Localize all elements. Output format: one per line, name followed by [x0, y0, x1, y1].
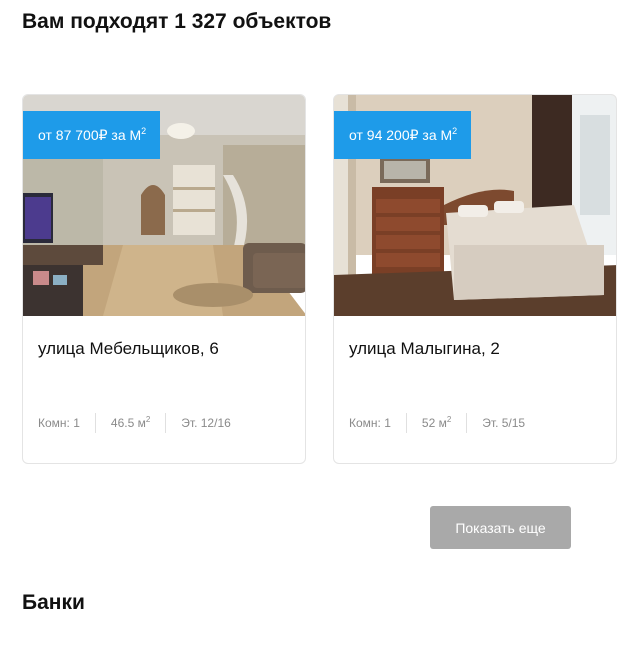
floor-value: Эт. 12/16: [165, 413, 246, 433]
floor-value: Эт. 5/15: [466, 413, 540, 433]
area-text: 46.5 м: [110, 416, 146, 430]
listing-specs: Комн: 1 52 м2 Эт. 5/15: [349, 413, 540, 433]
listing-card[interactable]: от 94 200₽ за М2 улица Малыгина, 2 Комн:…: [333, 94, 617, 464]
rooms-count: Комн: 1: [38, 416, 80, 430]
price-per-sqm-badge: от 87 700₽ за М2: [23, 111, 161, 159]
listing-address: улица Малыгина, 2: [349, 339, 500, 358]
listing-address: улица Мебельщиков, 6: [38, 339, 219, 358]
listing-card[interactable]: от 87 700₽ за М2 улица Мебельщиков, 6 Ко…: [22, 94, 306, 464]
listing-photo[interactable]: от 87 700₽ за М2: [23, 95, 305, 316]
listing-photo[interactable]: от 94 200₽ за М2: [334, 95, 616, 316]
listing-specs: Комн: 1 46.5 м2 Эт. 12/16: [38, 413, 246, 433]
price-unit-superscript: 2: [452, 126, 458, 136]
area-value: 52 м2: [405, 413, 466, 433]
price-unit-superscript: 2: [141, 126, 147, 136]
area-value: 46.5 м2: [94, 413, 165, 433]
page: Вам подходят 1 327 объектов от 87 700₽ з…: [0, 0, 637, 672]
show-more-button[interactable]: Показать еще: [430, 506, 571, 549]
price-text: от 94 200₽ за М: [349, 127, 453, 143]
area-superscript: 2: [145, 415, 151, 424]
area-superscript: 2: [446, 415, 452, 424]
banks-section-heading: Банки: [22, 591, 85, 614]
price-text: от 87 700₽ за М: [38, 127, 142, 143]
price-per-sqm-badge: от 94 200₽ за М2: [334, 111, 472, 159]
results-count-heading: Вам подходят 1 327 объектов: [22, 10, 332, 33]
area-text: 52 м: [421, 416, 447, 430]
rooms-count: Комн: 1: [349, 416, 391, 430]
